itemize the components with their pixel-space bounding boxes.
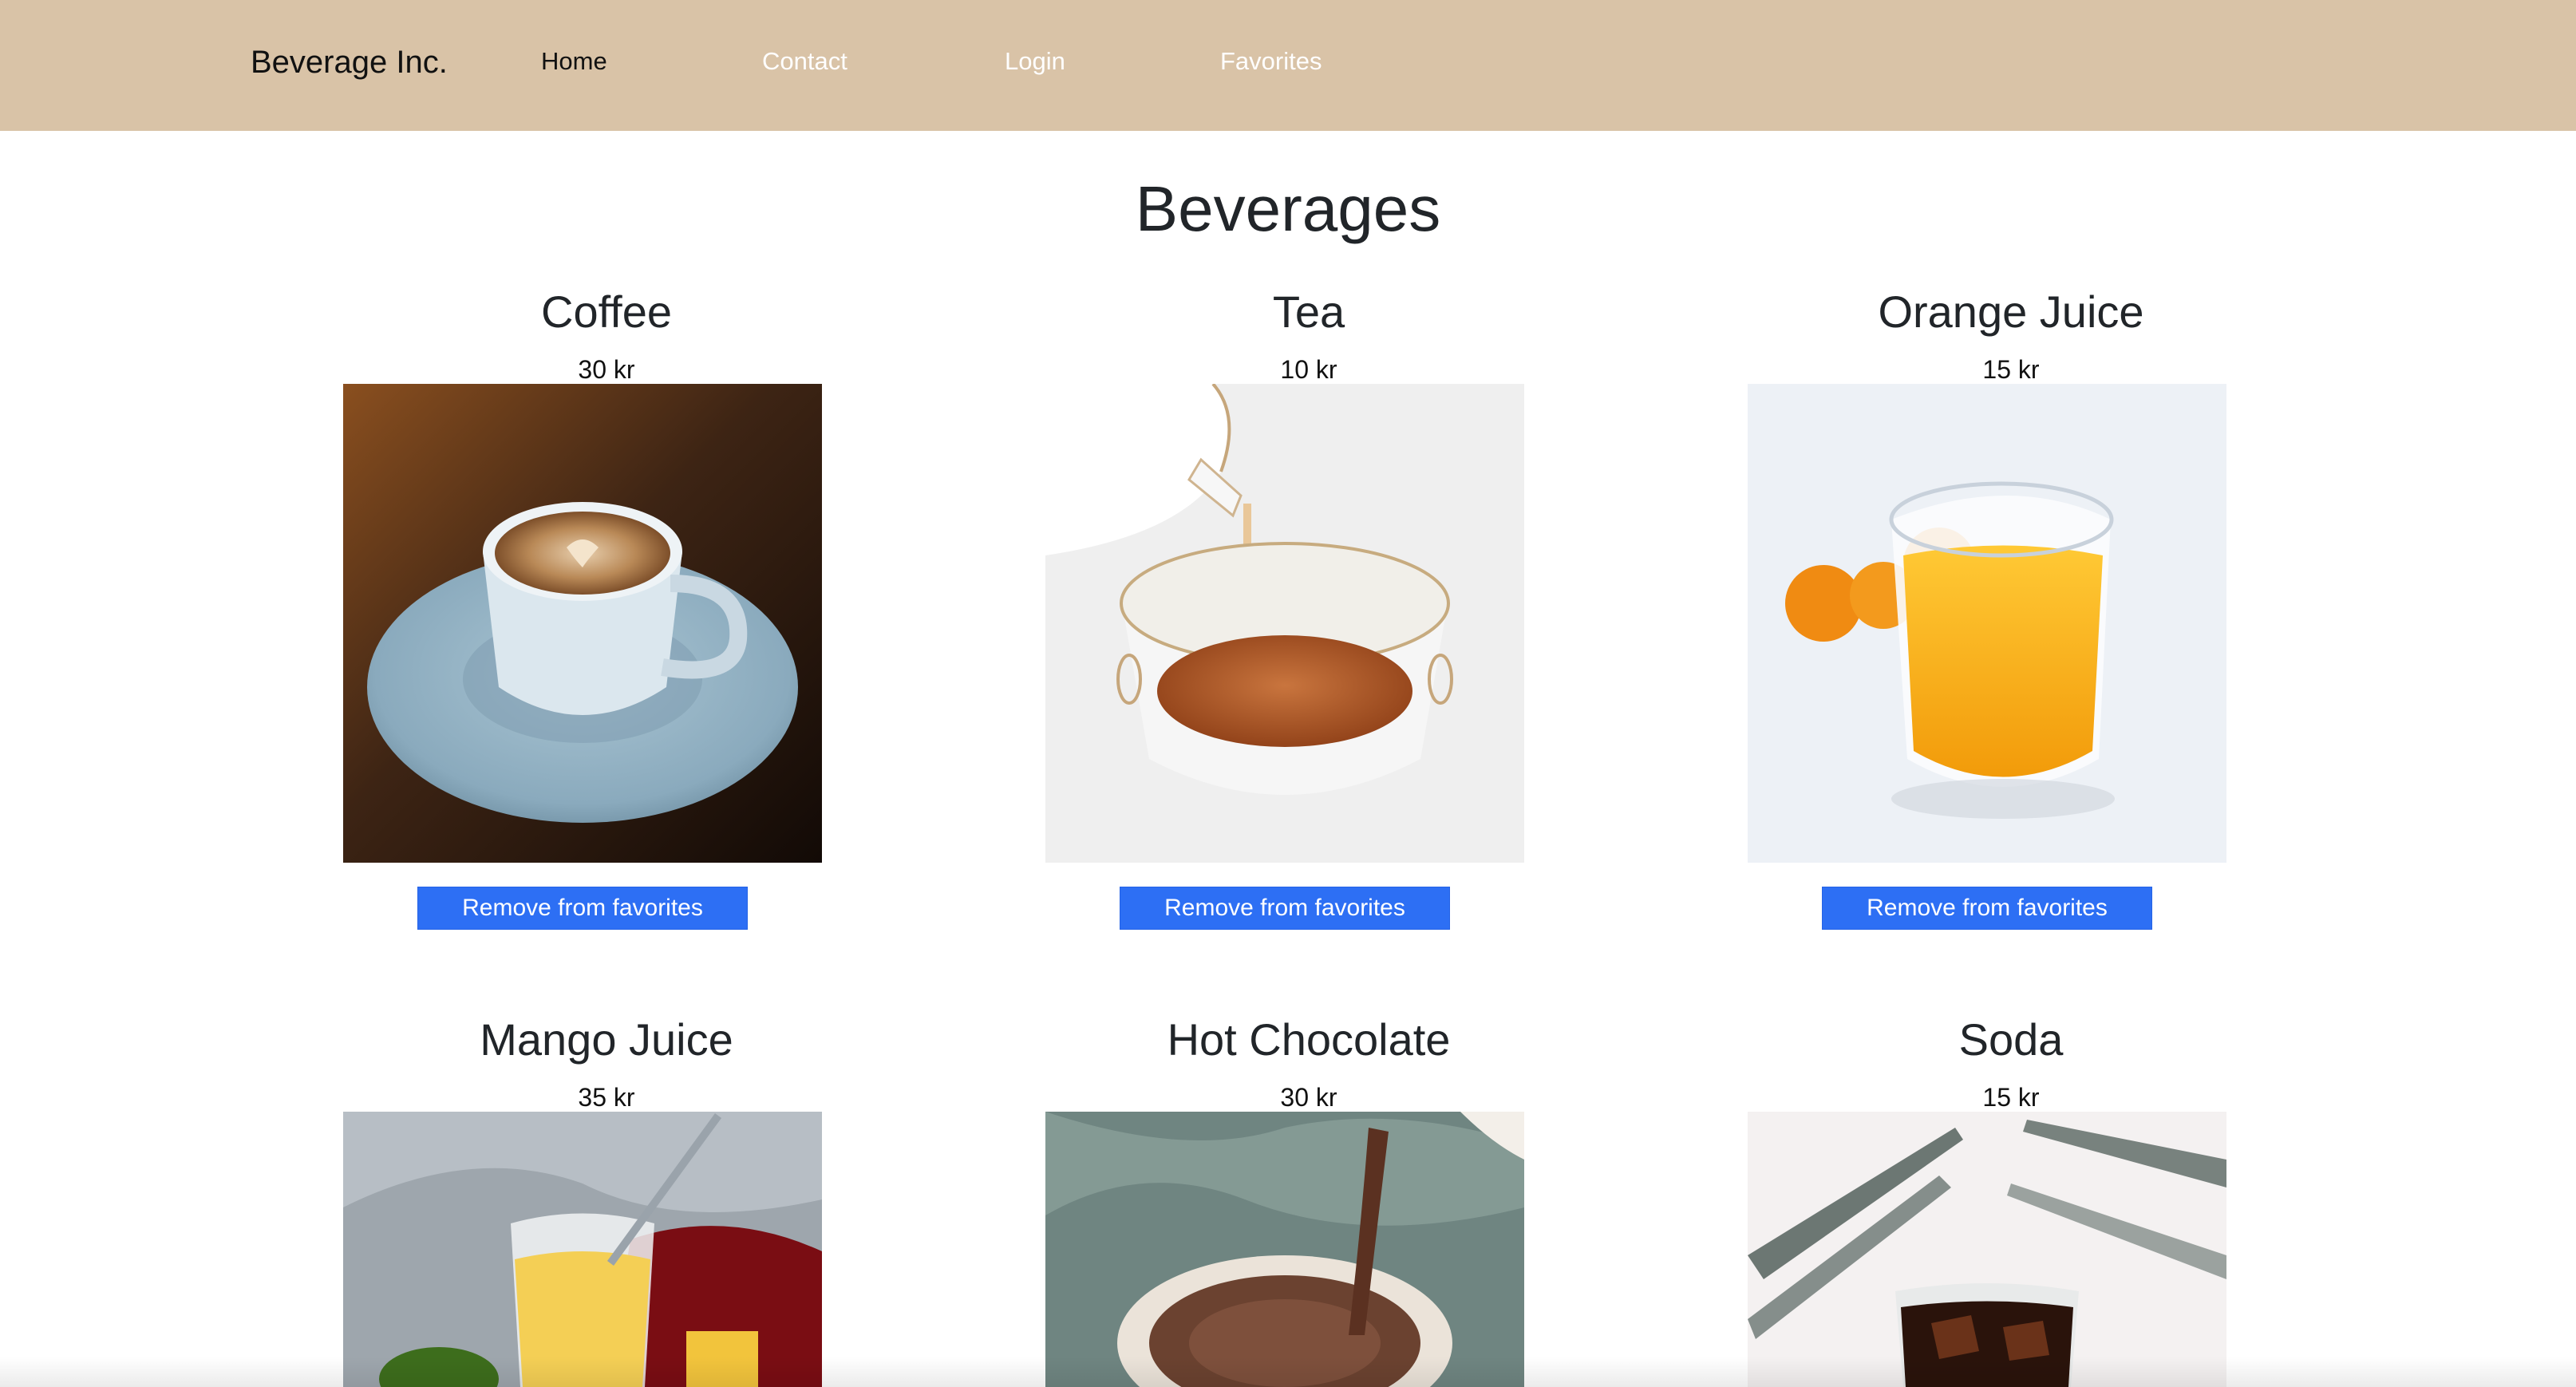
navbar: Beverage Inc. Home Contact Login Favorit… [0,0,2576,131]
remove-from-favorites-button[interactable]: Remove from favorites [1120,887,1450,930]
soda-glass-image [1748,1112,2226,1387]
product-name: Hot Chocolate [1167,1014,1451,1065]
hot-chocolate-image [1045,1112,1524,1387]
nav-link-contact[interactable]: Contact [762,43,847,80]
product-price: 10 kr [1280,355,1337,384]
product-price: 15 kr [1982,1083,2040,1112]
brand-logo-link[interactable]: Beverage Inc. [251,38,448,86]
mango-smoothie-image [343,1112,822,1387]
product-price: 15 kr [1982,355,2040,384]
coffee-cup-image [343,384,822,863]
remove-from-favorites-button[interactable]: Remove from favorites [417,887,748,930]
product-price: 30 kr [578,355,635,384]
product-name: Mango Juice [480,1014,733,1065]
nav-link-favorites[interactable]: Favorites [1220,43,1322,80]
product-name: Tea [1272,286,1345,337]
nav-link-home[interactable]: Home [541,43,607,80]
product-name: Soda [1958,1014,2064,1065]
tea-pouring-image [1045,384,1524,863]
orange-juice-glass-image [1748,384,2226,863]
page-title: Beverages [1135,173,1441,244]
product-name: Orange Juice [1878,286,2144,337]
remove-from-favorites-button[interactable]: Remove from favorites [1822,887,2152,930]
product-price: 35 kr [578,1083,635,1112]
product-price: 30 kr [1280,1083,1337,1112]
product-name: Coffee [541,286,672,337]
nav-link-login[interactable]: Login [1005,43,1065,80]
